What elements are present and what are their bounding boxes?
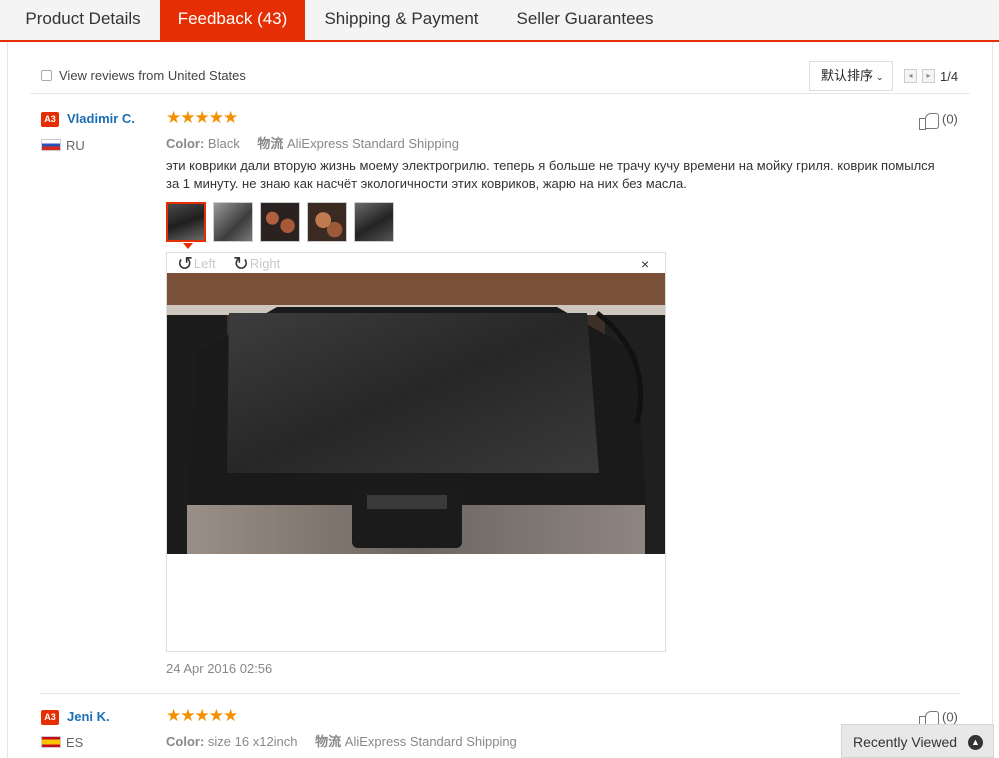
review-meta: Color: size 16 x12inch 物流 AliExpress Sta…	[166, 731, 517, 750]
tab-product-details[interactable]: Product Details	[8, 0, 158, 40]
helpful-count: (0)	[942, 111, 958, 127]
tab-shipping-payment[interactable]: Shipping & Payment	[310, 0, 493, 40]
selected-thumbnail-caret	[183, 243, 193, 249]
color-value: Black	[207, 136, 240, 151]
shipping-key: 物流	[257, 136, 284, 151]
recently-viewed-label: Recently Viewed	[853, 734, 958, 750]
reviewer-country: RU	[66, 138, 85, 153]
page-indicator: 1/4	[940, 69, 959, 84]
chevron-down-icon: ⌄	[876, 72, 884, 82]
photo-viewer: ↺Left ↻Right ×	[166, 252, 666, 652]
helpful-count: (0)	[942, 709, 958, 725]
reviewer-name[interactable]: Jeni K.	[67, 709, 110, 724]
sort-dropdown[interactable]: 默认排序 ⌄	[809, 61, 893, 91]
us-reviews-label[interactable]: View reviews from United States	[59, 68, 246, 83]
review-photo-thumbnail[interactable]	[213, 202, 253, 242]
review-photo-thumbnail[interactable]	[354, 202, 394, 242]
star-rating: ★★★★★	[166, 108, 238, 127]
buyer-level-badge: A3	[41, 710, 59, 725]
shipping-key: 物流	[315, 734, 342, 749]
review-photo-thumbnail[interactable]	[166, 202, 206, 242]
rotate-right-label: Right	[249, 256, 281, 271]
reviewer-name[interactable]: Vladimir C.	[67, 111, 135, 126]
review-photo-thumbnail[interactable]	[260, 202, 300, 242]
prev-page-button[interactable]: ◂	[904, 69, 917, 83]
color-key: Color:	[166, 734, 205, 749]
grill-photo	[167, 273, 665, 554]
shipping-value: AliExpress Standard Shipping	[344, 734, 517, 749]
star-rating: ★★★★★	[166, 706, 238, 725]
rotate-left-icon: ↺	[177, 254, 193, 275]
review-photo-thumbnail[interactable]	[307, 202, 347, 242]
rotate-right-icon: ↻	[233, 254, 249, 275]
shipping-value: AliExpress Standard Shipping	[286, 136, 459, 151]
sort-label: 默认排序	[821, 68, 874, 83]
rotate-left-label: Left	[193, 256, 216, 271]
close-icon[interactable]: ×	[641, 256, 649, 272]
thumbs-up-icon	[918, 111, 940, 130]
tab-seller-guarantees[interactable]: Seller Guarantees	[500, 0, 670, 40]
us-reviews-checkbox[interactable]	[41, 70, 52, 81]
reviewer-country: ES	[66, 735, 84, 750]
recently-viewed-button[interactable]: Recently Viewed ▲	[841, 724, 994, 758]
review-divider	[40, 693, 960, 694]
review-text: эти коврики дали вторую жизнь моему элек…	[166, 158, 935, 191]
tab-feedback[interactable]: Feedback (43)	[160, 0, 305, 40]
review-meta: Color: Black 物流 AliExpress Standard Ship…	[166, 133, 459, 152]
flag-es-icon	[41, 736, 61, 748]
review-date: 24 Apr 2016 02:56	[166, 661, 273, 676]
chevron-up-icon: ▲	[968, 735, 983, 750]
flag-ru-icon	[41, 139, 61, 151]
review-filter-bar: View reviews from United States 默认排序 ⌄ ◂ …	[30, 58, 970, 94]
color-key: Color:	[166, 136, 205, 151]
color-value: size 16 x12inch	[207, 734, 298, 749]
review-photo-large	[167, 273, 665, 554]
tab-bar: Product Details Feedback (43) Shipping &…	[0, 0, 999, 42]
buyer-level-badge: A3	[41, 112, 59, 127]
helpful-button[interactable]: (0)	[918, 111, 958, 130]
next-page-button[interactable]: ▸	[922, 69, 935, 83]
